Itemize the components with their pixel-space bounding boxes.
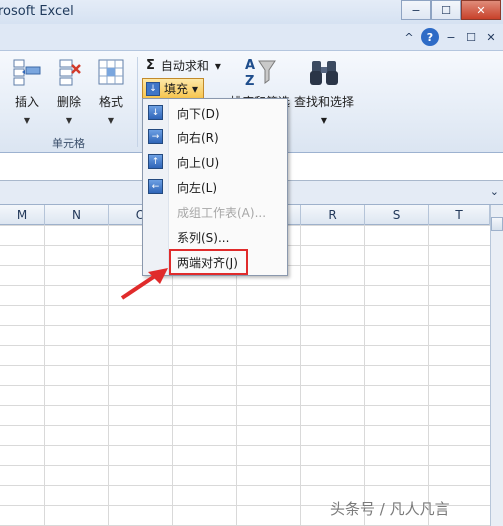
menu-item-series[interactable]: 系列(S)...: [143, 225, 287, 249]
binoculars-icon: [307, 55, 341, 89]
menu-item-label: 成组工作表(A)...: [177, 206, 267, 220]
menu-item-label: 系列(S)...: [177, 231, 230, 245]
column-header-n[interactable]: N: [45, 205, 109, 225]
find-select-button[interactable]: 查找和选择 ▼: [292, 55, 356, 125]
menu-item-label: 向左(L): [177, 181, 218, 195]
chevron-down-icon: ▾: [214, 58, 221, 73]
chevron-down-icon: ▼: [320, 116, 328, 125]
workbook-restore-button[interactable]: ☐: [463, 31, 479, 44]
delete-button[interactable]: 删除 ▼: [50, 57, 88, 125]
watermark: 头条号 / 凡人凡言: [330, 500, 450, 518]
title-bar: rosoft Excel − ☐ ✕: [0, 0, 503, 24]
chevron-down-icon: ▼: [107, 116, 115, 125]
column-header-m[interactable]: M: [0, 205, 45, 225]
workbook-close-button[interactable]: ✕: [483, 31, 499, 44]
find-select-label: 查找和选择: [293, 95, 354, 109]
svg-text:A: A: [245, 58, 255, 73]
minimize-button[interactable]: −: [401, 0, 431, 20]
chevron-down-icon: ▼: [23, 116, 31, 125]
column-header-t[interactable]: T: [429, 205, 490, 225]
sort-filter-icon: AZ: [243, 55, 277, 89]
format-button[interactable]: 格式 ▼: [92, 57, 130, 125]
fill-up-icon: ↑: [148, 154, 163, 169]
menu-item-label: 向上(U): [177, 156, 220, 170]
expand-formula-bar-icon[interactable]: ⌄: [490, 185, 499, 198]
close-button[interactable]: ✕: [461, 0, 501, 20]
format-cells-icon: [96, 57, 126, 87]
svg-text:Z: Z: [245, 74, 254, 89]
column-header-r[interactable]: R: [301, 205, 365, 225]
menu-item-label: 向下(D): [177, 107, 220, 121]
chevron-down-icon: ▾: [192, 81, 199, 96]
highlight-box: [169, 249, 248, 275]
annotation-arrow-icon: [120, 268, 168, 300]
fill-down-icon: ↓: [148, 105, 163, 120]
workbook-minimize-button[interactable]: −: [443, 31, 459, 44]
window-title: rosoft Excel: [0, 4, 74, 19]
menu-item-fill-right[interactable]: → 向右(R): [143, 125, 287, 149]
ribbon-tab-row: ^ ? − ☐ ✕: [0, 24, 503, 50]
maximize-button[interactable]: ☐: [431, 0, 461, 20]
fill-label: 填充: [164, 82, 189, 96]
vertical-scrollbar[interactable]: [490, 205, 503, 526]
format-label: 格式: [98, 95, 123, 109]
cells-group-label: 单元格: [52, 137, 85, 150]
delete-label: 删除: [56, 95, 81, 109]
window-controls: − ☐ ✕: [401, 0, 501, 20]
menu-item-fill-left[interactable]: ← 向左(L): [143, 175, 287, 199]
help-icon[interactable]: ?: [421, 28, 439, 46]
menu-item-label: 向右(R): [177, 131, 219, 145]
ribbon-controls: ^ ? − ☐ ✕: [401, 28, 499, 46]
delete-cells-icon: [54, 57, 84, 87]
chevron-down-icon: ▼: [65, 116, 73, 125]
insert-label: 插入: [14, 95, 39, 109]
autosum-label: 自动求和: [160, 59, 209, 73]
fill-left-icon: ←: [148, 179, 163, 194]
sigma-icon: Σ: [146, 58, 155, 73]
column-header-s[interactable]: S: [365, 205, 429, 225]
collapse-ribbon-icon[interactable]: ^: [401, 31, 417, 44]
menu-item-across-worksheets: 成组工作表(A)...: [143, 200, 287, 224]
insert-button[interactable]: 插入 ▼: [8, 57, 46, 125]
group-divider: [137, 57, 138, 147]
scroll-up-button[interactable]: [491, 217, 503, 231]
autosum-button[interactable]: Σ 自动求和 ▾: [146, 57, 221, 74]
menu-item-fill-up[interactable]: ↑ 向上(U): [143, 150, 287, 174]
insert-cells-icon: [12, 57, 42, 87]
fill-button[interactable]: ↓ 填充 ▾: [142, 78, 204, 99]
fill-right-icon: →: [148, 129, 163, 144]
menu-item-fill-down[interactable]: ↓ 向下(D): [143, 101, 287, 125]
fill-down-icon: ↓: [146, 81, 160, 96]
